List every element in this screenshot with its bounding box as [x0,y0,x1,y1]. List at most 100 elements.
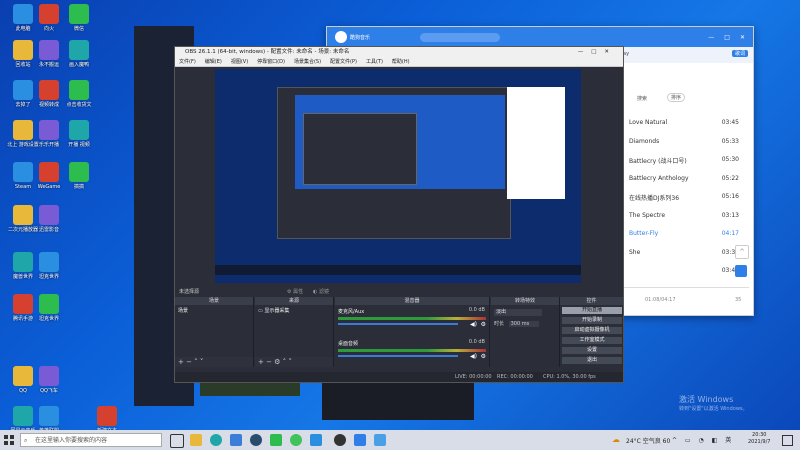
desktop-icon[interactable]: 视频转成 [32,80,66,108]
app-icon [39,4,59,24]
desktop-icon[interactable]: 点击收货文 [62,80,96,108]
desktop-icon-label: 坦克世界 [38,274,59,280]
mixer-dock: 混音器 麦克风/Aux 0.0 dB ◀) ⚙ 桌面音频 0.0 dB ◀) ⚙ [335,297,490,367]
chat-icon[interactable] [270,434,282,446]
search-icon: ⌕ [24,437,28,444]
desktop-icon[interactable]: WeGame [32,162,66,190]
mute-icon[interactable]: ◀) [470,321,477,328]
app-icon [39,366,59,386]
control-button[interactable]: 启动虚拟摄像机 [562,327,622,334]
obs-menu-item[interactable]: 场景集合(S) [294,58,321,66]
minimize-icon[interactable]: — [708,34,714,41]
control-button[interactable]: 开始直播 [562,307,622,314]
obs-menu-item[interactable]: 配置文件(P) [330,58,357,66]
song-row[interactable]: She 03:36 [629,249,739,267]
edge-icon[interactable] [210,434,222,446]
sources-toolbar[interactable]: + − ⚙ ˄ ˅ [255,357,333,367]
lyrics-button[interactable]: 歌词 [732,50,749,57]
filters-button[interactable]: ◐ 滤镜 [313,288,329,295]
desktop-icon[interactable]: 坦克世界 [32,252,66,280]
song-duration: 03:45 [721,119,739,126]
desktop-icon[interactable]: 向火 [32,4,66,32]
scenes-toolbar[interactable]: + − ˄ ˅ [175,357,253,367]
obs-taskbar-icon[interactable] [334,434,346,446]
music-search-input[interactable] [420,32,501,42]
song-row[interactable]: Battlecry (战斗口号) 05:30 [629,156,739,174]
volume-slider[interactable] [338,355,458,357]
maximize-icon[interactable]: □ [724,34,730,41]
song-row[interactable]: Love Natural 03:45 [629,119,739,137]
obs-window-controls[interactable]: —□✕ [578,47,617,58]
desktop-icon[interactable]: 坦克世界 [32,294,66,322]
weather-icon[interactable]: ☁ [612,435,620,444]
music-search-btn[interactable]: 搜索 [637,95,647,102]
song-row[interactable]: 03:47 [629,267,739,285]
file-explorer-icon[interactable] [190,434,202,446]
volume-slider[interactable] [338,323,458,325]
scene-item[interactable]: 场景 [175,305,253,316]
channel-settings-icon[interactable]: ⚙ [481,321,486,328]
mute-icon[interactable]: ◀) [470,353,477,360]
control-button[interactable]: 开始录制 [562,317,622,324]
task-view-icon[interactable] [170,434,184,448]
desktop-icon[interactable]: 乐乐开播 [32,120,66,148]
duration-input[interactable]: 300 ms [508,321,540,327]
source-item[interactable]: ▭ 显示器采集 [255,305,333,316]
music-progress-bar[interactable] [623,287,749,288]
obs-window[interactable]: OBS 26.1.1 (64-bit, windows) - 配置文件: 未命名… [174,46,624,383]
song-row[interactable]: Butter-Fly 04:17 [629,230,739,248]
music-sort-btn[interactable]: 排序 [667,93,686,102]
song-row[interactable]: The Spectre 03:13 [629,212,739,230]
browser-icon[interactable] [230,434,242,446]
music-volume[interactable]: 35 [735,297,741,303]
clock-date[interactable]: 2021/9/7 [748,439,770,446]
desktop-icon[interactable]: 画入魔鸭 [62,40,96,68]
channel-settings-icon[interactable]: ⚙ [481,353,486,360]
obs-menu-item[interactable]: 停靠窗口(D) [257,58,285,66]
obs-menu-item[interactable]: 帮助(H) [392,58,410,66]
desktop-icon[interactable]: 搞搞 [62,162,96,190]
desktop-icon[interactable]: 迅雷影音 [32,205,66,233]
steam-icon[interactable] [250,434,262,446]
sources-dock-title: 来源 [255,297,333,305]
clock-time[interactable]: 20:30 [748,432,770,439]
desktop-icon[interactable]: 微信 [62,4,96,32]
taskbar-search-input[interactable]: ⌕ 在这里输入你要搜索的内容 [20,433,162,447]
desktop-icon[interactable]: 开播 视频 [62,120,96,148]
desktop-icon-label: 点击收货文 [66,102,92,108]
obs-menu-item[interactable]: 编辑(E) [205,58,222,66]
phone-button[interactable] [735,265,747,277]
control-button[interactable]: 工作室模式 [562,337,622,344]
song-row[interactable]: Battlecry Anthology 05:22 [629,175,739,193]
notification-icon[interactable] [782,435,793,446]
wechat-icon[interactable] [290,434,302,446]
music-taskbar-icon[interactable] [354,434,366,446]
control-button[interactable]: 退出 [562,357,622,364]
song-title: 在线热播DJ系列36 [629,195,680,202]
obs-menu-item[interactable]: 视图(V) [231,58,248,66]
desktop-icon[interactable]: 永不搬运 [32,40,66,68]
control-button[interactable]: 设置 [562,347,622,354]
song-row[interactable]: Diamonds 05:33 [629,138,739,156]
obs-menu-item[interactable]: 文件(F) [179,58,196,66]
watermark-line2: 转到"设置"以激活 Windows。 [679,406,748,412]
obs-preview[interactable] [215,69,581,283]
properties-button[interactable]: ⚙ 属性 [287,288,303,295]
desktop-icon[interactable]: QQ飞车 [32,366,66,394]
close-icon[interactable]: ✕ [740,34,745,41]
app-icon [39,40,59,60]
scroll-up-button[interactable]: ^ [735,245,749,259]
song-row[interactable]: 在线热播DJ系列36 05:16 [629,193,739,211]
tray-icons[interactable]: ^ ▭ ◔ ◧ 英 [672,435,734,444]
transition-select[interactable]: 淡出 [494,309,542,316]
transitions-dock-title: 转场特效 [491,297,559,305]
desktop: { "desktop_icons":[ {"label":"此电脑"},{"la… [0,0,800,450]
obs-status-bar: LIVE: 00:00:00 REC: 00:00:00 CPU: 1.0%, … [175,372,623,382]
start-icon[interactable] [4,435,14,445]
qq-icon[interactable] [310,434,322,446]
obs-menu-item[interactable]: 工具(T) [366,58,383,66]
desktop-icon-label: 搞搞 [73,184,84,190]
app-taskbar-icon[interactable] [374,434,386,446]
desktop-icon-label: 乐乐开播 [38,142,59,148]
weather-text[interactable]: 24°C 空气良 60 [626,436,670,445]
